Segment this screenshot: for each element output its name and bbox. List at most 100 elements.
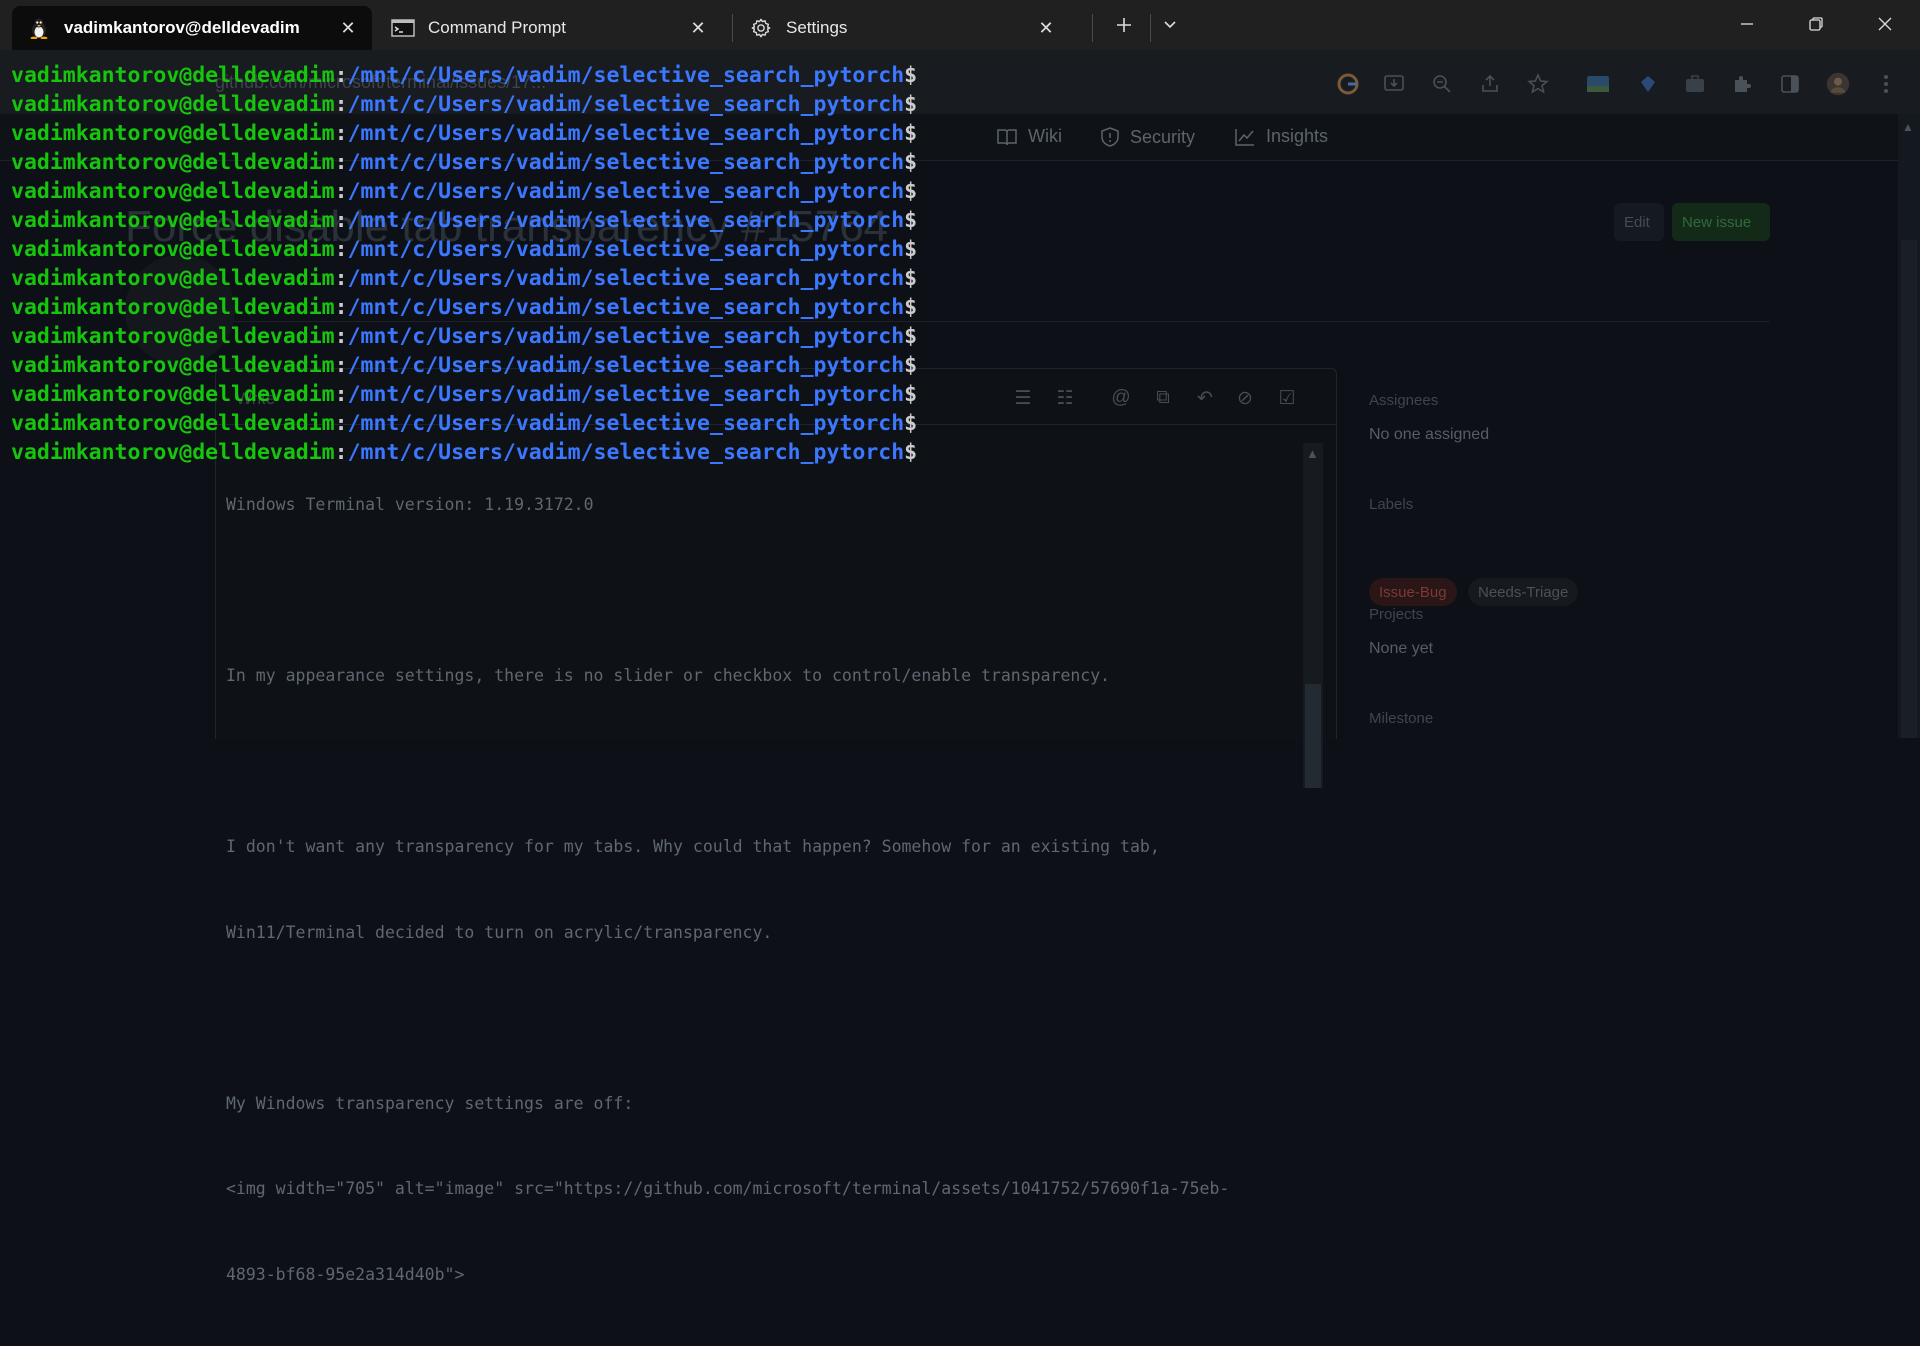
terminal-prompt-line: vadimkantorov@delldevadim:/mnt/c/Users/v… (11, 409, 917, 438)
prompt-symbol: $ (904, 237, 918, 262)
prompt-path: /mnt/c/Users/vadim/selective_search_pyto… (347, 121, 905, 146)
extensions-puzzle-icon (1730, 72, 1754, 96)
profile-dropdown-button[interactable] (1150, 8, 1190, 42)
edit-button: Edit (1614, 203, 1664, 241)
chevron-down-icon (1164, 21, 1176, 29)
prompt-path: /mnt/c/Users/vadim/selective_search_pyto… (347, 353, 905, 378)
prompt-user-host: vadimkantorov@delldevadim (11, 121, 335, 146)
extension-gem-icon (1636, 72, 1660, 96)
prompt-symbol: $ (904, 266, 918, 291)
prompt-path: /mnt/c/Users/vadim/selective_search_pyto… (347, 237, 905, 262)
terminal-prompt-line: vadimkantorov@delldevadim:/mnt/c/Users/v… (11, 380, 917, 409)
projects-value: None yet (1369, 640, 1434, 657)
tab-bar: vadimkantorov@delldevadim ✕ Command Prom… (0, 0, 1920, 50)
terminal-prompt-line: vadimkantorov@delldevadim:/mnt/c/Users/v… (11, 177, 917, 206)
tab-settings[interactable]: Settings ✕ (734, 6, 1070, 50)
mention-icon: @ (1111, 387, 1131, 408)
prompt-path: /mnt/c/Users/vadim/selective_search_pyto… (347, 411, 905, 436)
prompt-path: /mnt/c/Users/vadim/selective_search_pyto… (347, 324, 905, 349)
prompt-separator: : (334, 208, 348, 233)
close-tab-icon[interactable]: ✕ (684, 14, 712, 42)
prompt-path: /mnt/c/Users/vadim/selective_search_pyto… (347, 440, 905, 465)
new-issue-button: New issue (1672, 203, 1770, 241)
close-tab-icon[interactable]: ✕ (334, 14, 362, 42)
terminal-prompt-line: vadimkantorov@delldevadim:/mnt/c/Users/v… (11, 148, 917, 177)
prompt-path: /mnt/c/Users/vadim/selective_search_pyto… (347, 295, 905, 320)
book-icon (997, 128, 1017, 145)
prompt-user-host: vadimkantorov@delldevadim (11, 295, 335, 320)
sidebar-icon (1778, 72, 1802, 96)
prompt-user-host: vadimkantorov@delldevadim (11, 237, 335, 262)
prompt-symbol: $ (904, 411, 918, 436)
repo-nav-wiki: Wiki (996, 126, 1062, 147)
more-vertical-icon (1874, 72, 1898, 96)
prompt-symbol: $ (904, 440, 918, 465)
prompt-path: /mnt/c/Users/vadim/selective_search_pyto… (347, 179, 905, 204)
prompt-user-host: vadimkantorov@delldevadim (11, 179, 335, 204)
tab-label: Settings (786, 18, 848, 37)
linux-tux-icon (26, 17, 52, 39)
prompt-separator: : (334, 92, 348, 117)
close-icon (1878, 17, 1892, 31)
page-scrollbar-thumb (1901, 240, 1917, 738)
prompt-symbol: $ (904, 324, 918, 349)
prompt-user-host: vadimkantorov@delldevadim (11, 382, 335, 407)
comment-textarea: Windows Terminal version: 1.19.3172.0 ​ … (226, 495, 1230, 1284)
scroll-up-icon: ▲ (1902, 120, 1914, 134)
prompt-separator: : (334, 382, 348, 407)
shield-icon (1101, 127, 1119, 147)
close-window-button[interactable] (1854, 0, 1916, 48)
prompt-symbol: $ (904, 150, 918, 175)
repo-nav-insights: Insights (1234, 126, 1328, 147)
new-tab-button[interactable] (1104, 8, 1144, 42)
prompt-symbol: $ (904, 295, 918, 320)
prompt-path: /mnt/c/Users/vadim/selective_search_pyto… (347, 208, 905, 233)
prompt-separator: : (334, 411, 348, 436)
restore-icon (1809, 17, 1823, 31)
restore-button[interactable] (1785, 0, 1847, 48)
prompt-symbol: $ (904, 353, 918, 378)
prompt-user-host: vadimkantorov@delldevadim (11, 411, 335, 436)
prompt-separator: : (334, 150, 348, 175)
tab-separator (1092, 14, 1093, 42)
tab-label: Command Prompt (428, 18, 566, 37)
prompt-symbol: $ (904, 92, 918, 117)
scroll-up-icon: ▲ (1306, 446, 1319, 461)
prompt-separator: : (334, 295, 348, 320)
install-icon (1382, 72, 1406, 96)
repo-nav-security: Security (1100, 126, 1195, 148)
close-tab-icon[interactable]: ✕ (1032, 14, 1060, 42)
prompt-user-host: vadimkantorov@delldevadim (11, 440, 335, 465)
milestone-heading: Milestone (1369, 710, 1434, 727)
reply-icon: ↶ (1197, 387, 1213, 409)
share-icon (1478, 72, 1502, 96)
zoom-out-icon (1430, 72, 1454, 96)
prompt-symbol: $ (904, 382, 918, 407)
prompt-path: /mnt/c/Users/vadim/selective_search_pyto… (347, 266, 905, 291)
prompt-symbol: $ (904, 63, 918, 88)
prompt-path: /mnt/c/Users/vadim/selective_search_pyto… (347, 92, 905, 117)
prompt-user-host: vadimkantorov@delldevadim (11, 266, 335, 291)
labels-heading: Labels (1369, 496, 1414, 513)
tab-command-prompt[interactable]: Command Prompt ✕ (376, 6, 722, 50)
slash-command-icon: ⊘ (1237, 387, 1253, 409)
assignees-value: No one assigned (1369, 426, 1490, 443)
prompt-separator: : (334, 266, 348, 291)
terminal-output[interactable]: vadimkantorov@delldevadim:/mnt/c/Users/v… (11, 61, 917, 467)
terminal-prompt-line: vadimkantorov@delldevadim:/mnt/c/Users/v… (11, 293, 917, 322)
minimize-button[interactable] (1716, 0, 1778, 48)
editor-scrollbar-thumb (1305, 684, 1321, 788)
terminal-prompt-line: vadimkantorov@delldevadim:/mnt/c/Users/v… (11, 322, 917, 351)
projects-heading: Projects (1369, 606, 1424, 623)
prompt-symbol: $ (904, 208, 918, 233)
google-icon (1336, 72, 1360, 96)
cross-reference-icon: ⧉ (1156, 387, 1170, 408)
gear-icon (748, 17, 774, 39)
terminal-prompt-line: vadimkantorov@delldevadim:/mnt/c/Users/v… (11, 119, 917, 148)
extension-briefcase-icon (1683, 72, 1707, 96)
prompt-user-host: vadimkantorov@delldevadim (11, 92, 335, 117)
star-icon (1526, 72, 1550, 96)
prompt-user-host: vadimkantorov@delldevadim (11, 63, 335, 88)
tab-linux[interactable]: vadimkantorov@delldevadim ✕ (12, 6, 372, 50)
prompt-separator: : (334, 121, 348, 146)
